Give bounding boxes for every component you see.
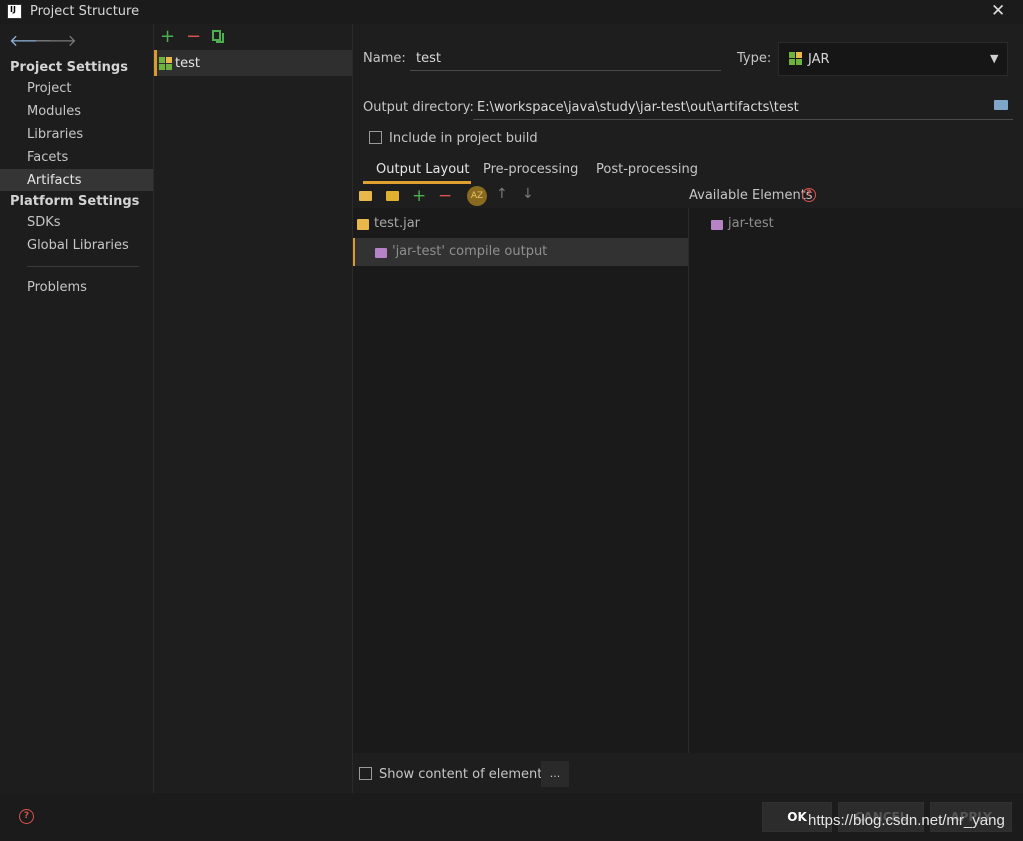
tab-post-processing[interactable]: Post-processing [596, 162, 698, 177]
sidebar-item-problems[interactable]: Problems [27, 280, 87, 295]
sidebar-item-facets[interactable]: Facets [27, 150, 68, 165]
available-elements-tree [689, 208, 1023, 753]
sidebar-item-sdks[interactable]: SDKs [27, 215, 61, 230]
include-in-build-label: Include in project build [389, 131, 538, 146]
active-tab-indicator [363, 181, 471, 184]
close-window-button[interactable]: ✕ [991, 1, 1005, 21]
name-label: Name: [363, 51, 406, 66]
selection-accent-bar [154, 50, 157, 76]
type-label: Type: [737, 51, 772, 66]
artifact-name: test [175, 56, 200, 71]
ellipsis-button[interactable]: ... [541, 761, 569, 787]
plus-icon[interactable]: + [160, 28, 175, 46]
sidebar-item-global-libraries[interactable]: Global Libraries [27, 238, 129, 253]
create-directory-icon[interactable] [359, 190, 372, 205]
show-content-checkbox[interactable] [359, 767, 372, 780]
tree-root-test-jar[interactable]: test.jar [374, 216, 420, 231]
sidebar-item-modules[interactable]: Modules [27, 104, 81, 119]
minus-icon[interactable]: − [186, 28, 201, 46]
create-archive-icon[interactable] [386, 190, 399, 205]
help-icon[interactable]: ? [19, 809, 34, 824]
tab-output-layout[interactable]: Output Layout [376, 162, 469, 177]
name-field-underline [410, 70, 721, 71]
type-value: JAR [808, 52, 830, 67]
intellij-app-icon: IJ [7, 4, 22, 19]
tree-child-compile-output: 'jar-test' compile output [392, 244, 548, 259]
browse-folder-icon[interactable] [994, 100, 1008, 110]
output-directory-underline [473, 119, 1013, 120]
jar-artifact-icon [159, 57, 172, 74]
window-title: Project Structure [30, 4, 140, 19]
artifacts-list-panel [154, 24, 353, 793]
help-icon[interactable]: ? [802, 188, 816, 202]
jar-type-icon [789, 52, 802, 69]
output-layout-tree [353, 208, 689, 753]
chevron-down-icon[interactable]: ▼ [990, 52, 998, 65]
move-down-icon[interactable]: ↓ [522, 186, 534, 202]
move-up-icon[interactable]: ↑ [496, 186, 508, 202]
title-bar [0, 0, 1023, 24]
sidebar-item-libraries[interactable]: Libraries [27, 127, 83, 142]
jar-archive-icon [357, 219, 369, 234]
remove-element-icon[interactable]: − [438, 186, 452, 206]
sidebar-divider [27, 266, 139, 267]
output-directory-field[interactable]: E:\workspace\java\study\jar-test\out\art… [477, 100, 799, 115]
arrow-right-icon[interactable]: 🡒 [34, 30, 77, 50]
sort-alphabetically-icon[interactable]: AZ [467, 186, 487, 206]
module-output-icon [375, 247, 387, 262]
module-folder-icon [711, 219, 723, 234]
project-settings-header: Project Settings [10, 60, 128, 75]
tab-pre-processing[interactable]: Pre-processing [483, 162, 578, 177]
include-in-build-checkbox[interactable] [369, 131, 382, 144]
output-directory-label: Output directory: [363, 100, 474, 115]
add-element-icon[interactable]: + [412, 186, 426, 206]
watermark-text: https://blog.csdn.net/mr_yang [808, 812, 1005, 829]
sidebar-item-project[interactable]: Project [27, 81, 71, 96]
tree-selection-accent [353, 238, 355, 266]
name-field[interactable]: test [416, 51, 441, 66]
available-item-jar-test[interactable]: jar-test [728, 216, 774, 231]
sidebar-item-artifacts[interactable]: Artifacts [27, 173, 82, 188]
show-content-label: Show content of elements [379, 767, 550, 782]
available-elements-label: Available Elements [689, 188, 813, 203]
platform-settings-header: Platform Settings [10, 194, 140, 209]
